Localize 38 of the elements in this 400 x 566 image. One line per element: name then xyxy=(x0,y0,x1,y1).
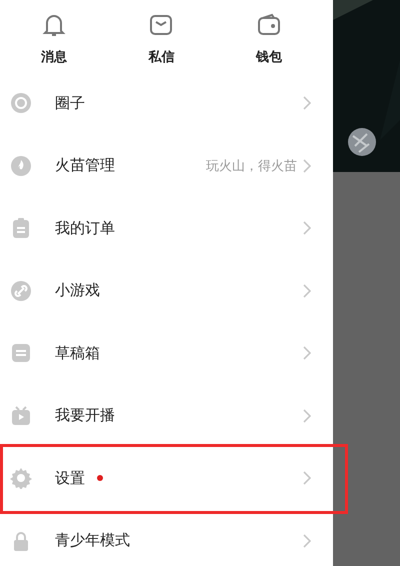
chevron-icon xyxy=(303,534,311,548)
chevron-icon xyxy=(303,96,311,110)
target-icon xyxy=(10,92,32,114)
menu-item[interactable]: 圈子 xyxy=(0,72,333,134)
menu-item[interactable]: 草稿箱 xyxy=(0,322,333,384)
gear-icon xyxy=(10,467,32,490)
wallet-icon xyxy=(256,12,282,38)
chevron-icon xyxy=(303,284,311,298)
menu-item-label: 草稿箱 xyxy=(55,344,100,363)
shortcut-button[interactable]: 钱包 xyxy=(215,10,323,72)
menu-item[interactable]: 小游戏 xyxy=(0,260,333,322)
menu-item-label: 设置 xyxy=(55,468,85,488)
shortcut-button[interactable]: 私信 xyxy=(108,10,216,72)
menu-item-label: 火苗管理 xyxy=(55,156,115,176)
chevron-icon xyxy=(303,471,311,486)
chevron-icon xyxy=(303,408,311,423)
envelope-icon xyxy=(148,12,174,38)
menu-item-label: 我的订单 xyxy=(55,218,115,238)
menu-item-label: 青少年模式 xyxy=(55,531,130,550)
clipboard-icon xyxy=(10,217,32,240)
menu-item-hint: 玩火山，得火苗 xyxy=(206,158,297,175)
menu-item[interactable]: 设置 xyxy=(0,447,333,510)
tv-icon xyxy=(10,404,32,427)
menu-item[interactable]: 火苗管理 玩火山，得火苗 xyxy=(0,134,333,197)
menu-item-label: 小游戏 xyxy=(55,281,100,300)
menu-item[interactable]: 我要开播 xyxy=(0,384,333,447)
flame-icon xyxy=(10,154,32,177)
menu-item[interactable]: 我的订单 xyxy=(0,197,333,260)
chevron-icon xyxy=(303,158,311,173)
link-icon xyxy=(10,280,32,302)
menu-item-label: 圈子 xyxy=(55,94,85,113)
menu-item-label: 我要开播 xyxy=(55,406,115,426)
chevron-icon xyxy=(303,346,311,360)
chevron-icon xyxy=(303,221,311,236)
bell-icon xyxy=(40,12,67,38)
list-icon xyxy=(10,342,32,364)
shortcut-button[interactable]: 消息 xyxy=(0,10,108,72)
menu-item[interactable]: 青少年模式 xyxy=(0,510,333,566)
